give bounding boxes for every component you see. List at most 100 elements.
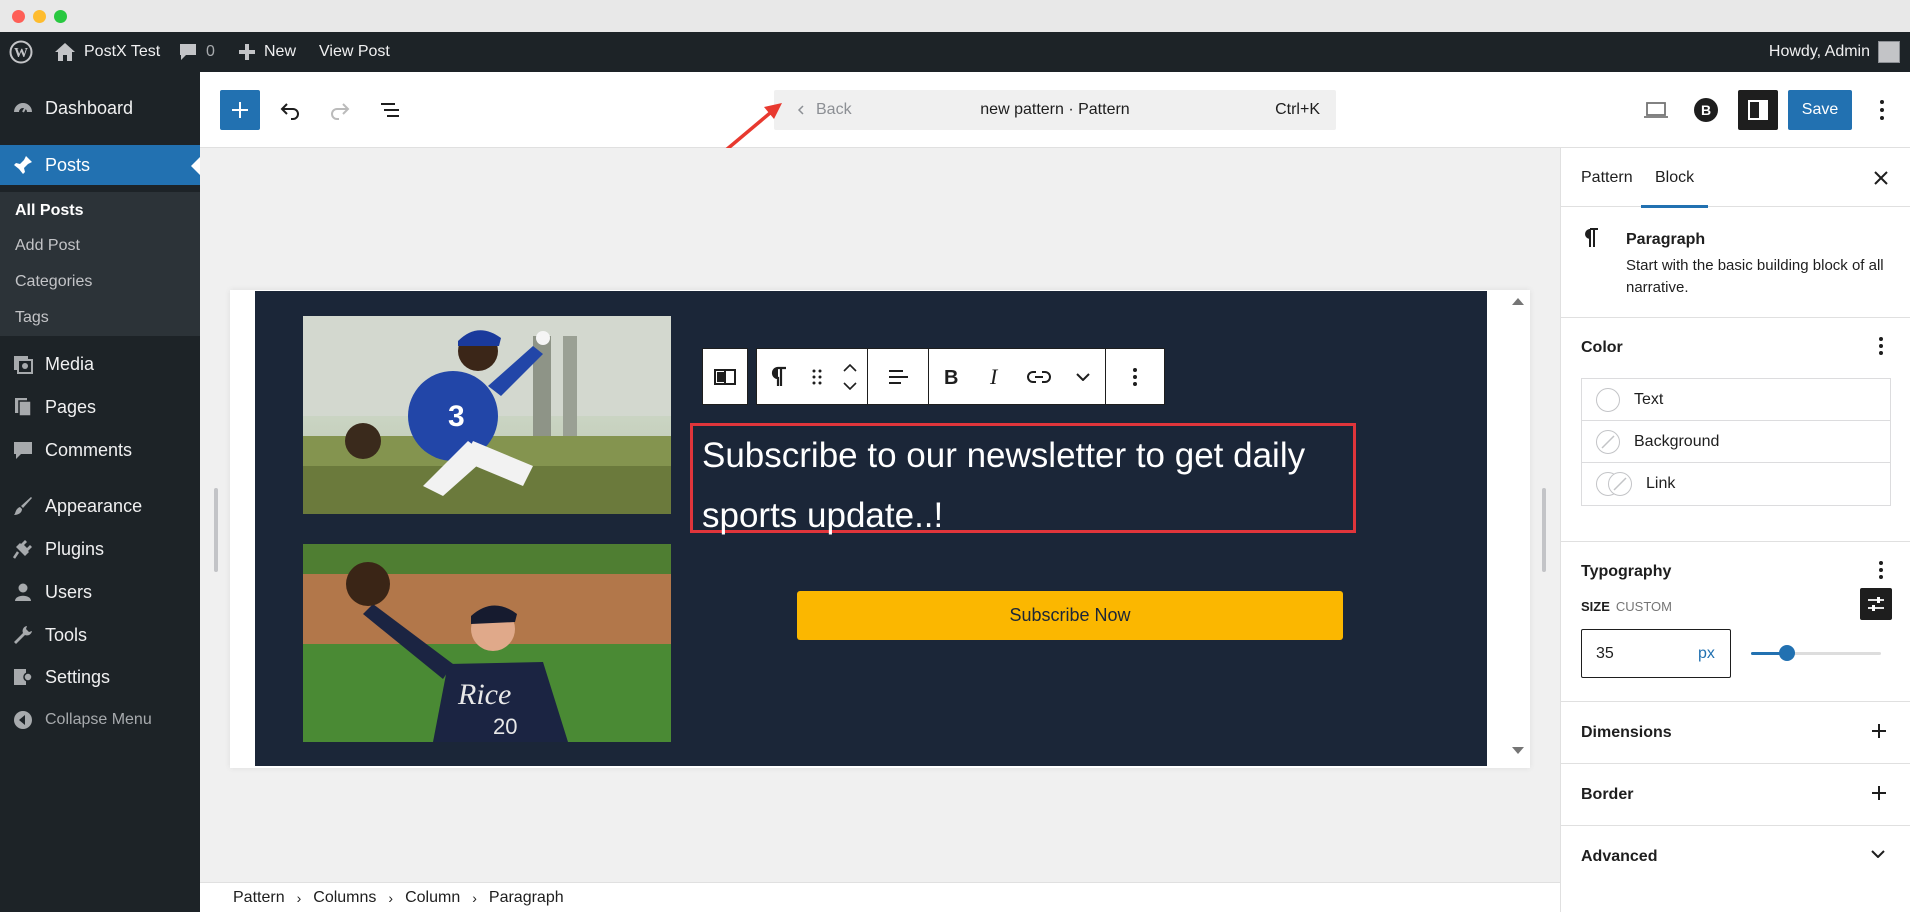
tab-block[interactable]: Block [1640, 148, 1709, 208]
sliders-icon [1868, 597, 1884, 611]
block-options-button[interactable] [1106, 349, 1164, 404]
menu-item-media[interactable]: Media [0, 344, 200, 384]
color-item-label: Text [1634, 390, 1664, 408]
fielder-photo[interactable]: Rice 20 [303, 544, 671, 742]
block-inserter-button[interactable] [220, 90, 260, 130]
border-panel-title: Border [1581, 786, 1634, 803]
font-size-input[interactable]: 35 px [1581, 629, 1731, 678]
advanced-panel[interactable]: Advanced [1561, 826, 1910, 888]
color-panel-title: Color [1581, 339, 1623, 356]
editor-canvas: 3 Rice 20 B I Subscribe to our newslette… [200, 148, 1560, 882]
menu-item-comments[interactable]: Comments [0, 430, 200, 470]
chevron-up-icon[interactable] [843, 363, 857, 372]
menu-item-settings[interactable]: Settings [0, 657, 200, 697]
color-item-label: Link [1646, 475, 1676, 492]
menu-label: Comments [45, 439, 133, 460]
wordpress-logo-icon[interactable]: W [9, 32, 33, 72]
admin-bar: W PostX Test 0 New View Post Howdy, Admi… [0, 32, 1910, 72]
slider-thumb[interactable] [1779, 645, 1795, 661]
chevron-down-icon[interactable] [843, 381, 857, 390]
pitcher-photo[interactable]: 3 [303, 316, 671, 514]
document-title[interactable]: new pattern · Pattern [774, 90, 1336, 130]
maximize-window-button[interactable] [54, 10, 67, 23]
save-button[interactable]: Save [1788, 90, 1852, 130]
drag-handle[interactable] [801, 349, 833, 404]
menu-item-plugins[interactable]: Plugins [0, 529, 200, 569]
menu-item-users[interactable]: Users [0, 572, 200, 612]
breadcrumb-item[interactable]: Pattern [233, 889, 285, 907]
submenu-add-post[interactable]: Add Post [15, 237, 80, 255]
plus-icon [239, 44, 255, 60]
menu-item-dashboard[interactable]: Dashboard [0, 88, 200, 128]
menu-item-tools[interactable]: Tools [0, 615, 200, 655]
redo-button[interactable] [320, 90, 360, 130]
color-item-label: Background [1634, 432, 1720, 450]
document-overview-button[interactable] [370, 90, 410, 130]
sidebar-tabs: Pattern Block [1561, 148, 1910, 208]
canvas-resize-handle-left[interactable] [214, 488, 218, 572]
link-button[interactable] [1017, 349, 1061, 404]
color-options-button[interactable] [1861, 326, 1901, 366]
menu-item-posts[interactable]: Posts [0, 145, 200, 185]
dimensions-panel[interactable]: Dimensions [1561, 702, 1910, 764]
bold-icon: B [944, 367, 958, 387]
menu-item-appearance[interactable]: Appearance [0, 486, 200, 526]
breadcrumb-item[interactable]: Paragraph [489, 889, 564, 907]
size-mode: CUSTOM [1615, 599, 1673, 614]
site-name-link[interactable]: PostX Test [54, 32, 160, 72]
subscribe-now-button[interactable]: Subscribe Now [797, 591, 1343, 640]
color-item-background[interactable]: Background [1582, 421, 1890, 463]
color-item-link[interactable]: Link [1582, 463, 1890, 505]
transform-block-button[interactable] [757, 349, 801, 404]
paragraph-block[interactable]: Subscribe to our newsletter to get daily… [690, 423, 1356, 535]
submenu-all-posts[interactable]: All Posts [15, 202, 83, 220]
canvas-resize-handle-right[interactable] [1542, 488, 1546, 572]
avatar [1878, 41, 1900, 63]
color-item-text[interactable]: Text [1582, 379, 1890, 421]
close-window-button[interactable] [12, 10, 25, 23]
collapse-menu-button[interactable]: Collapse Menu [0, 700, 200, 740]
options-button[interactable] [1862, 90, 1902, 130]
comments-link[interactable]: 0 [178, 32, 215, 72]
font-size-slider[interactable] [1751, 645, 1881, 661]
align-text-button[interactable] [868, 349, 928, 404]
tab-pattern[interactable]: Pattern [1581, 148, 1633, 207]
font-size-label: SIZE CUSTOM [1581, 599, 1672, 614]
view-post-link[interactable]: View Post [319, 32, 390, 72]
dimensions-panel-title: Dimensions [1581, 724, 1672, 741]
new-content-link[interactable]: New [238, 32, 296, 72]
my-account-link[interactable]: Howdy, Admin [1769, 32, 1900, 72]
breadcrumb-item[interactable]: Columns [313, 889, 376, 907]
undo-button[interactable] [270, 90, 310, 130]
more-formatting-button[interactable] [1061, 349, 1105, 404]
select-parent-button[interactable] [703, 349, 747, 404]
close-sidebar-button[interactable] [1861, 158, 1901, 198]
settings-toggle-button[interactable] [1738, 90, 1778, 130]
scroll-down-icon[interactable] [1511, 746, 1525, 756]
menu-label: Settings [45, 666, 111, 687]
hero-group[interactable]: 3 Rice 20 B I Subscribe to our newslette… [255, 291, 1487, 766]
submenu-tags[interactable]: Tags [15, 309, 49, 327]
typography-panel-title: Typography [1581, 563, 1672, 580]
menu-label: Tools [45, 624, 88, 645]
minimize-window-button[interactable] [33, 10, 46, 23]
breadcrumb-item[interactable]: Column [405, 889, 460, 907]
italic-button[interactable]: I [973, 349, 1017, 404]
home-icon [55, 43, 75, 61]
command-center[interactable]: Back new pattern · Pattern Ctrl+K [774, 90, 1336, 130]
menu-label: Media [45, 353, 95, 374]
bold-button[interactable]: B [929, 349, 973, 404]
font-size-presets-button[interactable] [1860, 588, 1892, 620]
move-buttons[interactable] [833, 349, 867, 404]
menu-item-pages[interactable]: Pages [0, 387, 200, 427]
font-size-unit[interactable]: px [1698, 645, 1715, 663]
scroll-up-icon[interactable] [1511, 296, 1525, 306]
preview-device-button[interactable] [1636, 90, 1676, 130]
plugin-button[interactable]: B [1686, 90, 1726, 130]
typography-options-button[interactable] [1861, 550, 1901, 590]
pin-icon [12, 154, 34, 176]
text-color-swatch [1596, 387, 1620, 412]
border-panel[interactable]: Border [1561, 764, 1910, 826]
submenu-categories[interactable]: Categories [15, 273, 92, 291]
menu-label: Dashboard [45, 97, 134, 118]
